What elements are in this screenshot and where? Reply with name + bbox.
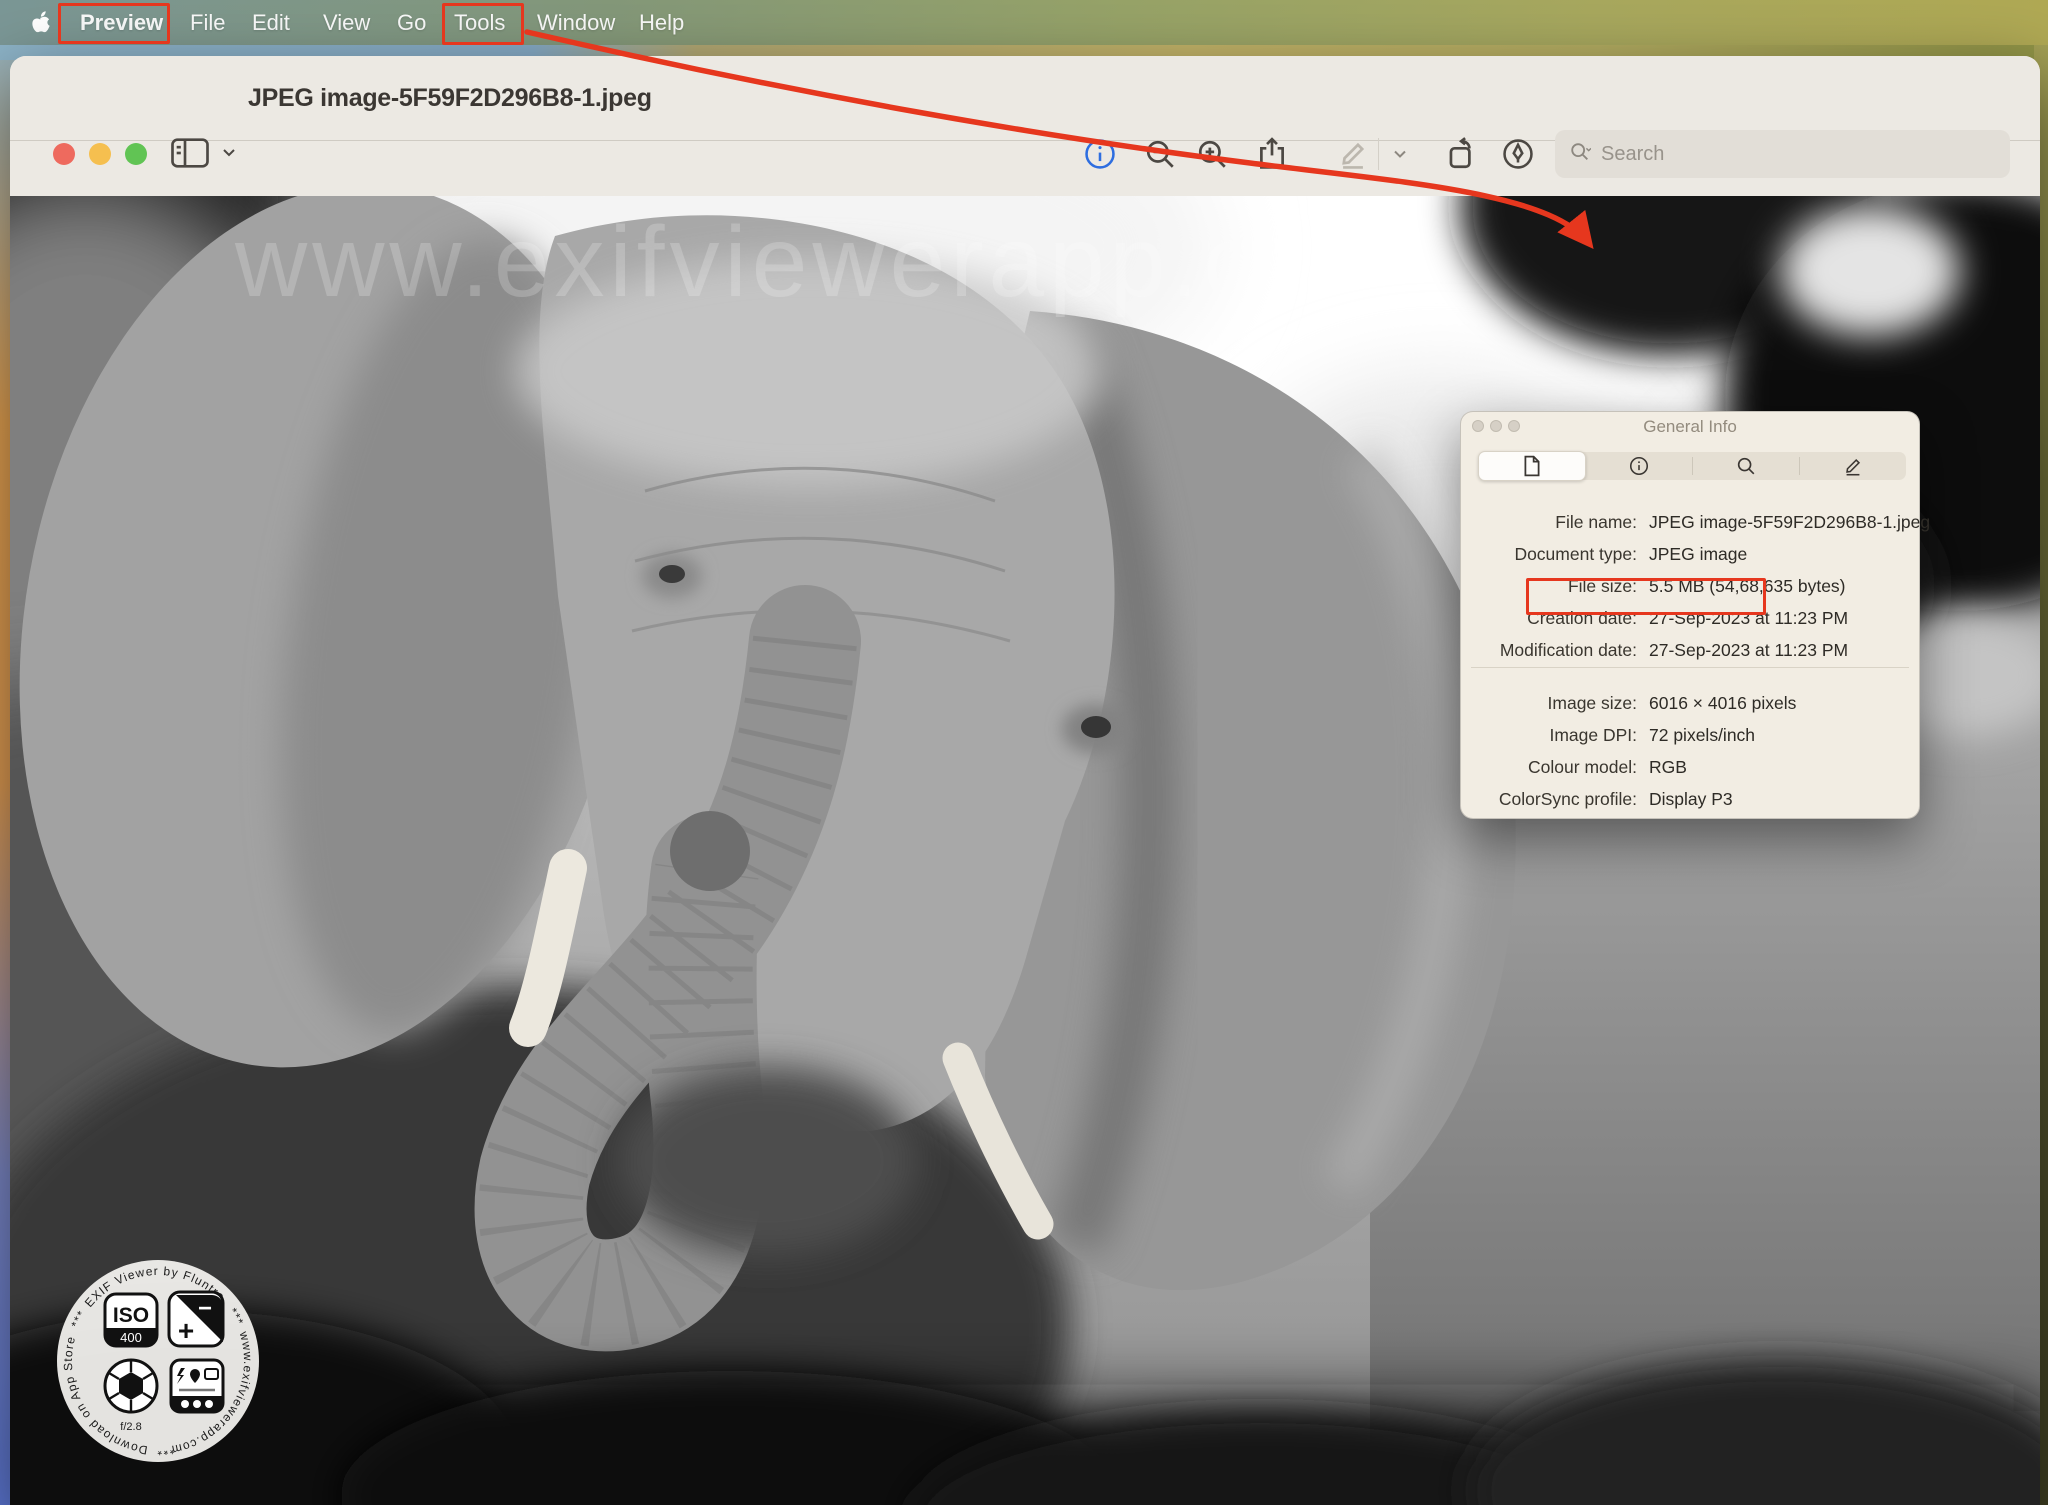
document-icon xyxy=(1522,455,1542,477)
sidebar-chevron-icon[interactable] xyxy=(220,146,238,165)
edit-pencil-icon xyxy=(1842,455,1864,477)
info-row: Image size:6016 × 4016 pixels xyxy=(1461,687,1919,719)
tab-exif-info[interactable] xyxy=(1585,452,1692,480)
exif-viewer-watermark-badge: Download on App Store *** EXIF Viewer by… xyxy=(45,1248,271,1479)
minimize-button[interactable] xyxy=(89,143,111,165)
info-row-image-dpi: Image DPI:72 pixels/inch xyxy=(1461,719,1919,751)
info-icon xyxy=(1628,455,1650,477)
annotation-box-preview-menu xyxy=(58,3,170,44)
get-info-button[interactable] xyxy=(1080,134,1120,174)
close-button[interactable] xyxy=(53,143,75,165)
menu-item-view[interactable]: View xyxy=(323,0,370,45)
search-field[interactable] xyxy=(1555,130,2010,178)
exposure-badge-icon: − + xyxy=(169,1292,223,1346)
zoom-window-button[interactable] xyxy=(125,143,147,165)
panel-divider xyxy=(1471,667,1909,668)
toolbar-divider xyxy=(1378,138,1379,170)
tab-edit-metadata[interactable] xyxy=(1799,452,1906,480)
aperture-value-label: f/2.8 xyxy=(120,1421,141,1433)
annotation-box-image-dpi xyxy=(1526,578,1766,615)
annotation-box-tools-menu xyxy=(442,3,524,45)
svg-text:+: + xyxy=(178,1315,194,1346)
tab-search-metadata[interactable] xyxy=(1692,452,1799,480)
menu-item-file[interactable]: File xyxy=(190,0,225,45)
markup-toolbar-toggle-button[interactable] xyxy=(1498,134,1538,174)
apple-menu-icon[interactable] xyxy=(30,11,50,40)
photo-watermark: www.exifviewerapp.com xyxy=(234,206,1407,318)
info-row: Modification date:27-Sep-2023 at 11:23 P… xyxy=(1461,634,1919,666)
camera-info-badge-icon xyxy=(171,1360,223,1412)
tab-general-info[interactable] xyxy=(1478,452,1585,480)
info-row: File name:JPEG image-5F59F2D296B8-1.jpeg xyxy=(1461,506,1919,538)
info-row: Document type:JPEG image xyxy=(1461,538,1919,570)
photo-image: www.exifviewerapp.com xyxy=(10,196,2040,1505)
zoom-in-button[interactable] xyxy=(1192,134,1232,174)
info-row: ColorSync profile:Display P3 xyxy=(1461,783,1919,815)
svg-text:400: 400 xyxy=(120,1330,142,1345)
iso-badge-icon: ISO 400 xyxy=(105,1294,157,1346)
panel-tab-bar xyxy=(1478,452,1906,480)
menu-item-go[interactable]: Go xyxy=(397,0,426,45)
menu-item-edit[interactable]: Edit xyxy=(252,0,290,45)
svg-text:−: − xyxy=(198,1295,212,1322)
badge-ring-separator: *** xyxy=(156,1443,175,1458)
panel-close-button[interactable] xyxy=(1472,420,1484,432)
panel-minimize-button[interactable] xyxy=(1490,420,1502,432)
markup-chevron-icon[interactable] xyxy=(1386,134,1414,174)
svg-text:***: *** xyxy=(156,1443,175,1458)
panel-title: General Info xyxy=(1461,412,1919,442)
search-icon xyxy=(1569,141,1591,168)
window-title: JPEG image-5F59F2D296B8-1.jpeg xyxy=(248,56,652,140)
share-button[interactable] xyxy=(1252,134,1292,174)
panel-zoom-button[interactable] xyxy=(1508,420,1520,432)
zoom-out-button[interactable] xyxy=(1140,134,1180,174)
preview-window: JPEG image-5F59F2D296B8-1.jpeg xyxy=(10,56,2040,1505)
aperture-badge-icon xyxy=(105,1360,157,1412)
photo-viewport: www.exifviewerapp.com General Info xyxy=(10,196,2040,1505)
general-info-panel: General Info xyxy=(1460,411,1920,819)
menu-item-window[interactable]: Window xyxy=(537,0,615,45)
menu-bar: Preview File Edit View Go Tools Window H… xyxy=(0,0,2048,45)
svg-text:ISO: ISO xyxy=(113,1304,149,1327)
window-titlebar: JPEG image-5F59F2D296B8-1.jpeg xyxy=(10,56,2040,141)
info-row: Colour model:RGB xyxy=(1461,751,1919,783)
image-info-group: Image size:6016 × 4016 pixels Image DPI:… xyxy=(1461,687,1919,815)
search-input[interactable] xyxy=(1599,142,1996,167)
markup-pencil-button[interactable] xyxy=(1333,134,1373,174)
screen: Preview File Edit View Go Tools Window H… xyxy=(0,0,2048,1505)
magnifier-icon xyxy=(1735,455,1757,477)
menu-item-help[interactable]: Help xyxy=(639,0,684,45)
rotate-button[interactable] xyxy=(1443,134,1483,174)
sidebar-toggle-icon[interactable] xyxy=(170,136,210,175)
